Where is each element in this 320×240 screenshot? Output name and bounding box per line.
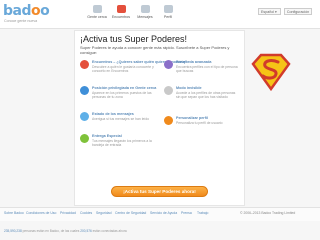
page-subtitle: Super Poderes te ayuda a conocer gente m… [80,45,230,55]
footer-link[interactable]: Servicio de Ayuda [150,211,177,215]
footer-link[interactable]: Privacidad [60,211,76,215]
feature-name: Posición privilegiada en Gente cerca [92,86,157,90]
online-users: 200,576 [80,229,92,233]
activate-super-powers-button[interactable]: ¡Activa tus Super Poderes ahora! [111,186,208,197]
page-title: ¡Activa tus Super Poderes! [80,34,188,44]
advanced-search-icon [164,60,173,69]
footer-link[interactable]: Prensa [181,211,192,215]
footer: Sobre Badoo Condiciones de Uso Privacida… [0,207,320,221]
chat-icon [140,5,150,13]
feature-desc: Accede a los perfiles de otras personas … [176,91,236,100]
people-nearby-icon [80,86,89,95]
feature-desc: Tus mensajes llegarán los primeros a la … [92,139,152,148]
feature-name: Búsqueda avanzada [176,60,212,64]
settings-button[interactable]: Configuración [284,8,312,15]
top-bar: badoo Conoce gente nueva Gente cerca Enc… [0,0,320,29]
badoo-logo[interactable]: badoo [3,3,50,19]
user-stats: 235,590,238 personas están en Badoo, de … [4,229,127,233]
encounters-icon [80,60,89,69]
heart-icon [116,5,126,13]
invisible-mode-icon [164,86,173,95]
super-powers-emblem-icon [251,53,291,92]
special-delivery-icon [80,134,89,143]
total-users: 235,590,238 [4,229,22,233]
nav-label: Gente cerca [87,15,107,19]
people-icon [92,5,102,13]
footer-link[interactable]: Sobre Badoo [4,211,24,215]
feature-desc: Descubre a quién le gustaría conocerte y… [92,65,154,74]
stats-online-text: están conectadas ahora [92,229,127,233]
profile-icon [163,5,173,13]
feature-name: Estado de los mensajes [92,112,134,116]
language-select[interactable]: Español ▾ [258,8,281,15]
stats-text: personas están en Badoo, de las cuales [22,229,80,233]
footer-link[interactable]: Cookies [80,211,92,215]
footer-link[interactable]: Centro de Seguridad [115,211,146,215]
feature-name: Entrega Especial [92,134,122,138]
nav-label: Encuentros [111,15,131,19]
nav-profile[interactable]: Perfil [153,5,183,19]
customize-profile-icon [164,116,173,125]
tagline: Conoce gente nueva [4,19,38,23]
feature-desc: Personaliza tu perfil de usuario [176,121,223,125]
feature-name: Personalizar perfil [176,116,208,120]
feature-name: Modo invisible [176,86,202,90]
feature-desc: Aparece en los primeros puestos de las p… [92,91,152,100]
footer-link[interactable]: Trabajo [197,211,208,215]
feature-desc: Averigua si tus mensajes se han leído [92,117,150,121]
nav-label: Perfil [163,15,173,19]
footer-link[interactable]: Condiciones de Uso [26,211,56,215]
feature-desc: Encuentra perfiles con el tipo de person… [176,65,238,74]
copyright: © 2006–2013 Badoo Trading Limited [240,211,296,215]
nav-label: Mensajes [137,15,153,19]
message-status-icon [80,112,89,121]
footer-link[interactable]: Seguridad [96,211,111,215]
